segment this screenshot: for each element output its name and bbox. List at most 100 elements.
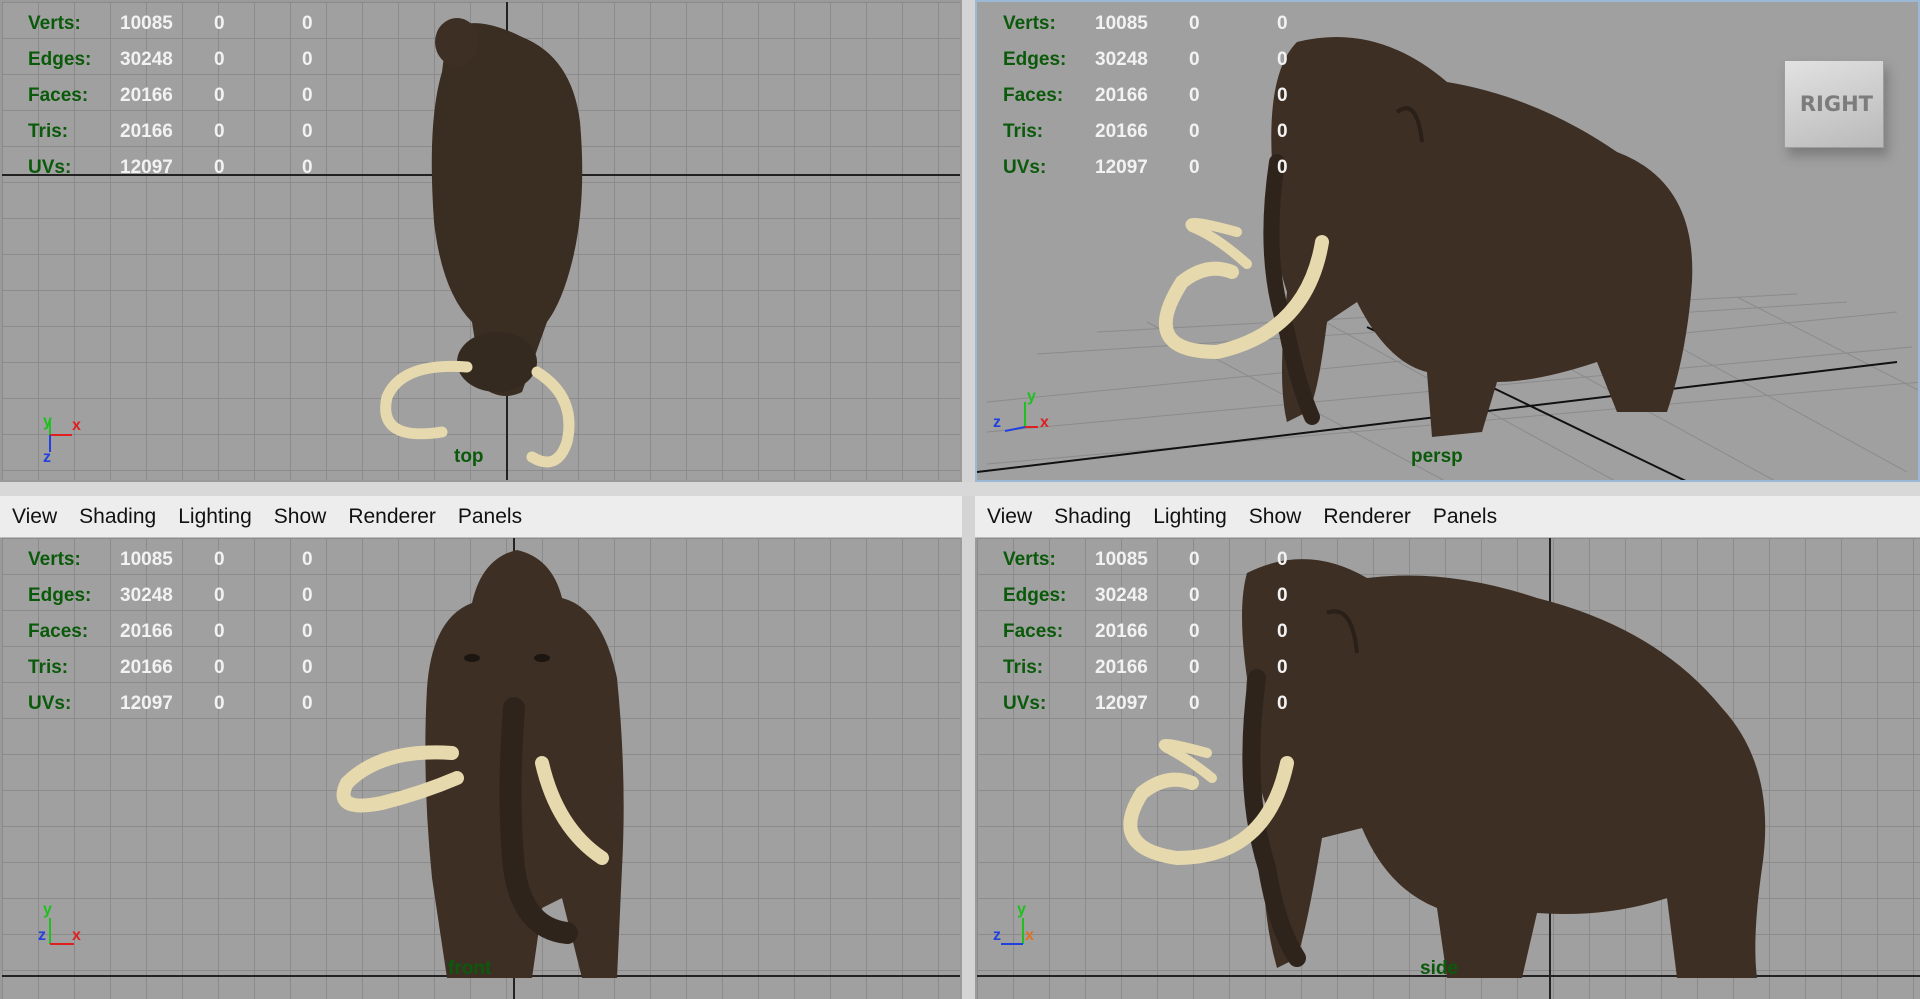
hud-row-uvs: UVs: 12097 0 0 [1003,150,1337,186]
menu-lighting[interactable]: Lighting [1151,503,1229,531]
hud-label: Verts: [1003,13,1056,34]
view-cube-face-label: RIGHT [1799,92,1873,116]
mammoth-model-top[interactable] [380,18,583,468]
menu-renderer[interactable]: Renderer [346,503,438,531]
hud-value: 0 [214,157,225,178]
hud-value: 0 [302,621,313,642]
hud-value: 12097 [120,693,173,714]
hud-value: 0 [1189,121,1200,142]
hud-value: 20166 [1095,85,1148,106]
hud-value: 20166 [1095,621,1148,642]
menu-view[interactable]: View [985,503,1034,531]
hud-label: Edges: [28,49,92,70]
hud-value: 0 [1277,621,1288,642]
hud-value: 0 [302,549,313,570]
menu-lighting[interactable]: Lighting [176,503,254,531]
poly-count-hud: Verts: 10085 0 0 Edges: 30248 0 0 Faces: 20166 0… [1003,542,1337,722]
hud-value: 20166 [120,85,173,106]
menu-renderer[interactable]: Renderer [1321,503,1413,531]
menu-show[interactable]: Show [272,503,329,531]
hud-value: 0 [1277,157,1288,178]
poly-count-hud: Verts: 10085 0 0 Edges: 30248 0 0 Faces: 20166 0… [28,542,362,722]
hud-value: 0 [214,49,225,70]
hud-label: UVs: [1003,693,1047,714]
hud-value: 0 [214,13,225,34]
hud-row-verts: Verts: 10085 0 0 [28,542,362,578]
hud-value: 0 [302,49,313,70]
hud-row-uvs: UVs: 12097 0 0 [28,686,362,722]
hud-row-verts: Verts: 10085 0 0 [1003,542,1337,578]
menu-panels[interactable]: Panels [456,503,524,531]
menu-shading[interactable]: Shading [1052,503,1133,531]
viewport-side[interactable]: Verts: 10085 0 0 Edges: 30248 0 0 Faces: 20166 0… [975,538,1920,999]
viewport-front[interactable]: Verts: 10085 0 0 Edges: 30248 0 0 Faces: 20166 0… [0,538,962,999]
hud-label: Verts: [28,13,81,34]
hud-value: 30248 [120,49,173,70]
viewport-divider-vertical[interactable] [962,0,975,999]
view-cube[interactable]: RIGHT [1784,60,1884,148]
hud-value: 10085 [120,549,173,570]
svg-text:z: z [993,414,1001,431]
hud-row-verts: Verts: 10085 0 0 [28,6,362,42]
hud-label: Faces: [28,621,89,642]
hud-value: 0 [214,549,225,570]
hud-label: Verts: [1003,549,1056,570]
hud-value: 20166 [120,121,173,142]
svg-text:x: x [72,927,81,944]
viewport-divider-horizontal[interactable] [0,482,1920,496]
hud-label: Edges: [1003,585,1067,606]
hud-value: 12097 [1095,157,1148,178]
hud-label: Tris: [28,121,69,142]
hud-value: 30248 [1095,49,1148,70]
hud-row-uvs: UVs: 12097 0 0 [1003,686,1337,722]
svg-text:x: x [72,417,81,434]
hud-row-uvs: UVs: 12097 0 0 [28,150,362,186]
camera-label: front [448,958,492,979]
hud-row-faces: Faces: 20166 0 0 [1003,614,1337,650]
hud-value: 0 [1277,585,1288,606]
hud-value: 0 [302,85,313,106]
hud-value: 0 [1189,13,1200,34]
hud-row-faces: Faces: 20166 0 0 [28,78,362,114]
hud-label: UVs: [28,693,72,714]
hud-value: 0 [214,693,225,714]
svg-text:y: y [43,413,52,430]
menu-shading[interactable]: Shading [77,503,158,531]
hud-value: 0 [302,693,313,714]
axis-gizmo-icon: y z x [38,901,81,945]
hud-value: 0 [214,585,225,606]
axis-gizmo-icon: y x z [43,413,81,465]
camera-label: persp [1411,446,1463,467]
hud-value: 0 [1277,693,1288,714]
svg-text:x: x [1040,414,1049,431]
hud-value: 30248 [1095,585,1148,606]
svg-text:x: x [1025,927,1034,944]
svg-text:z: z [43,449,51,465]
menu-panels[interactable]: Panels [1431,503,1499,531]
hud-label: Tris: [28,657,69,678]
hud-value: 0 [1189,157,1200,178]
mammoth-model-front[interactable] [336,550,624,978]
menu-show[interactable]: Show [1247,503,1304,531]
hud-row-edges: Edges: 30248 0 0 [28,42,362,78]
hud-label: Edges: [1003,49,1067,70]
hud-value: 0 [302,13,313,34]
svg-text:z: z [993,927,1001,944]
viewport-top[interactable]: Verts: 10085 0 0 Edges: 30248 0 0 Faces: 20166 0… [0,0,962,482]
panel-menubar-side: View Shading Lighting Show Renderer Pane… [975,496,1920,538]
hud-label: Tris: [1003,121,1044,142]
hud-value: 12097 [120,157,173,178]
hud-value: 10085 [1095,13,1148,34]
viewport-persp[interactable]: Verts: 10085 0 0 Edges: 30248 0 0 Faces: 20166 0… [975,0,1920,482]
hud-label: Verts: [28,549,81,570]
menu-view[interactable]: View [10,503,59,531]
hud-label: UVs: [28,157,72,178]
hud-value: 20166 [1095,121,1148,142]
hud-row-tris: Tris: 20166 0 0 [1003,650,1337,686]
hud-row-edges: Edges: 30248 0 0 [1003,42,1337,78]
hud-value: 0 [214,621,225,642]
hud-label: Tris: [1003,657,1044,678]
camera-label: top [454,446,484,467]
hud-value: 0 [1277,121,1288,142]
svg-text:y: y [1017,901,1026,918]
